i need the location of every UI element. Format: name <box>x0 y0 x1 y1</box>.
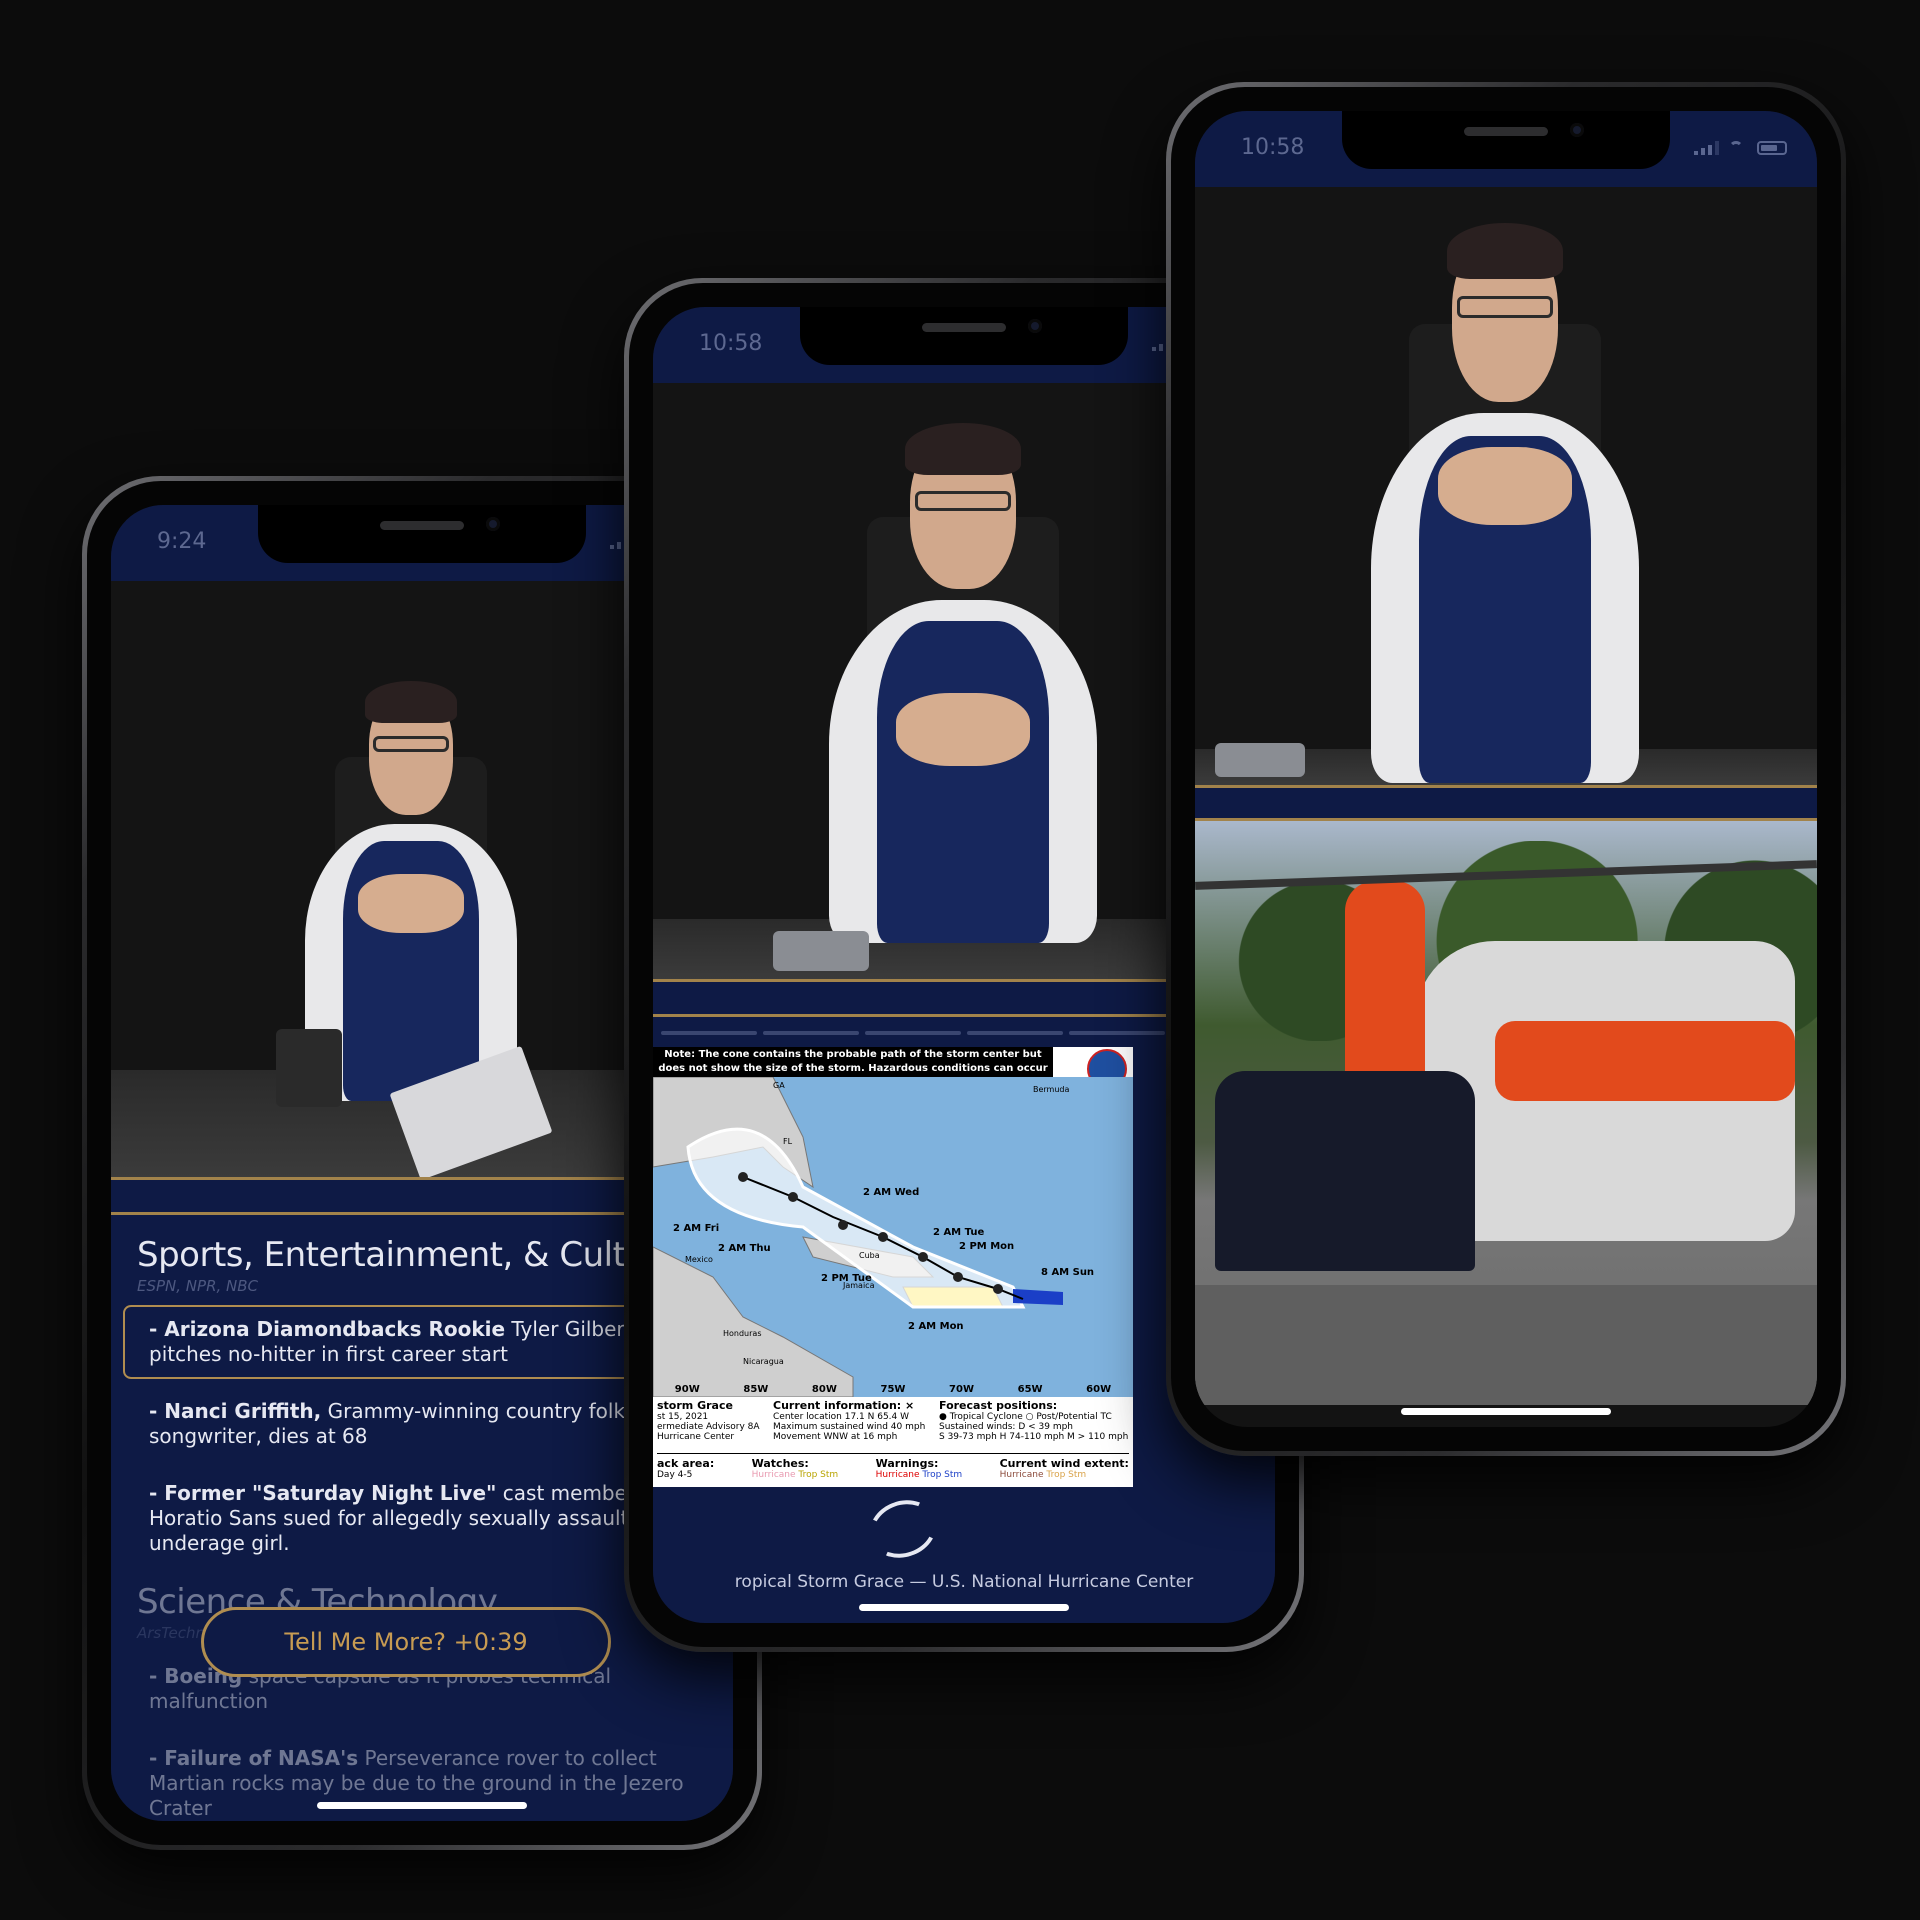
rescue-crew <box>1215 1071 1475 1271</box>
map-label: 8 AM Sun <box>1041 1267 1095 1278</box>
wifi-icon <box>1729 141 1747 155</box>
map-label: 2 AM Mon <box>908 1321 964 1332</box>
map-label: Bermuda <box>1033 1085 1070 1094</box>
helicopter-tail <box>1345 881 1425 1101</box>
map-note: Note: The cone contains the probable pat… <box>653 1047 1053 1088</box>
map-label: Jamaica <box>843 1281 875 1290</box>
speaker <box>1464 127 1548 136</box>
front-camera <box>486 517 500 531</box>
notch <box>800 307 1128 365</box>
map-label: 2 PM Mon <box>959 1241 1015 1252</box>
source-logo-icon <box>861 1491 945 1567</box>
legend-forecast: Forecast positions: ● Tropical Cyclone ○… <box>939 1399 1129 1442</box>
lon-tick: 75W <box>880 1384 906 1395</box>
notch <box>1342 111 1670 169</box>
separator-band <box>1195 788 1817 818</box>
map-label: 2 AM Wed <box>863 1187 920 1198</box>
tarmac <box>1195 1285 1817 1405</box>
speaker <box>380 521 464 530</box>
lon-tick: 80W <box>811 1384 837 1395</box>
story-lead: - Former "Saturday Night Live" <box>149 1481 497 1505</box>
map-label: 2 AM Tue <box>933 1227 985 1238</box>
home-indicator[interactable] <box>317 1802 527 1809</box>
map-label: Cuba <box>859 1251 880 1260</box>
rescue-helicopter-photo[interactable] <box>1195 821 1817 1405</box>
lon-tick: 60W <box>1086 1384 1112 1395</box>
home-indicator[interactable] <box>1401 1408 1611 1415</box>
map-label: GA <box>773 1081 785 1090</box>
map-label: Honduras <box>723 1329 762 1338</box>
news-anchor <box>723 423 1203 943</box>
lon-tick: 70W <box>949 1384 974 1395</box>
anchor-video[interactable] <box>1195 187 1817 785</box>
map-label: 2 AM Fri <box>673 1223 720 1234</box>
story-lead: - Arizona Diamondbacks Rookie <box>149 1317 506 1341</box>
status-time: 10:58 <box>1241 135 1305 160</box>
phone-right-bezel: 10:58 <box>1171 87 1841 1451</box>
map-legend: storm Grace st 15, 2021 ermediate Adviso… <box>653 1397 1133 1487</box>
front-camera <box>1028 319 1042 333</box>
map-label: Nicaragua <box>743 1357 784 1366</box>
story-lead: - Failure of NASA's <box>149 1746 359 1770</box>
map-area: 2 AM Wed 2 AM Fri 2 AM Thu 2 AM Tue 2 PM… <box>653 1077 1133 1397</box>
tell-me-more-button[interactable]: Tell Me More? +0:39 <box>201 1607 611 1677</box>
signal-icon <box>1694 141 1719 155</box>
hurricane-cone-map[interactable]: Note: The cone contains the probable pat… <box>653 1047 1133 1487</box>
phone-right-screen: 10:58 <box>1195 111 1817 1427</box>
map-label: 2 AM Thu <box>718 1243 771 1254</box>
home-indicator[interactable] <box>859 1604 1069 1611</box>
helicopter-stripe <box>1495 1021 1795 1101</box>
lon-axis: 90W 85W 80W 75W 70W 65W 60W <box>653 1384 1133 1395</box>
legend-storm: storm Grace st 15, 2021 ermediate Adviso… <box>657 1399 760 1442</box>
front-camera <box>1570 123 1584 137</box>
status-time: 10:58 <box>699 331 763 356</box>
lon-tick: 85W <box>743 1384 769 1395</box>
image-caption: ropical Storm Grace — U.S. National Hurr… <box>734 1572 1194 1592</box>
lon-tick: 90W <box>674 1384 700 1395</box>
news-anchor <box>1265 223 1745 783</box>
mug <box>276 1029 342 1107</box>
lon-tick: 65W <box>1017 1384 1043 1395</box>
legend-current: Current information: × Center location 1… <box>773 1399 926 1442</box>
status-icons <box>1694 141 1787 155</box>
status-time: 9:24 <box>157 529 207 554</box>
story-lead: - Nanci Griffith, <box>149 1399 322 1423</box>
legend-keys: ack area: Day 4-5 Watches: Hurricane Trop … <box>657 1453 1129 1480</box>
map-label: Mexico <box>685 1255 713 1264</box>
map-label: FL <box>783 1137 793 1146</box>
map-graphic <box>653 1077 1063 1397</box>
speaker <box>922 323 1006 332</box>
mug <box>1215 743 1305 777</box>
notch <box>258 505 586 563</box>
phone-right: 10:58 <box>1166 82 1846 1456</box>
battery-icon <box>1757 141 1787 155</box>
mug <box>773 931 869 971</box>
